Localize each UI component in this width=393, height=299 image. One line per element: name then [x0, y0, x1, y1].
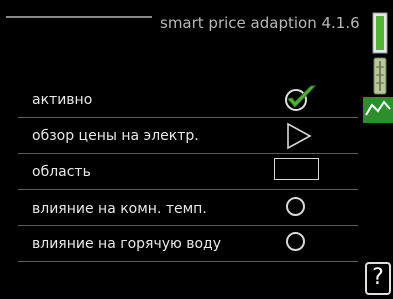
- title-underline: [6, 16, 152, 18]
- help-button[interactable]: ?: [365, 262, 391, 295]
- row-divider: [18, 153, 358, 154]
- room-temp-influence-radio[interactable]: [286, 197, 305, 216]
- price-graph-icon[interactable]: [363, 97, 393, 123]
- price-overview-arrow[interactable]: [286, 122, 312, 150]
- menu-item-active-label[interactable]: активно: [32, 92, 92, 108]
- row-divider: [18, 189, 358, 190]
- scrollbar-icon[interactable]: [372, 12, 388, 54]
- area-field[interactable]: [274, 158, 319, 180]
- active-checkbox[interactable]: [283, 83, 319, 113]
- row-divider: [18, 261, 358, 262]
- menu-item-room-temp-influence-label[interactable]: влияние на комн. темп.: [32, 201, 207, 217]
- menu-item-hot-water-influence-label[interactable]: влияние на горячую воду: [32, 236, 221, 252]
- row-divider: [18, 117, 358, 118]
- thermometer-icon[interactable]: [372, 57, 388, 95]
- row-divider: [18, 225, 358, 226]
- hot-water-influence-radio[interactable]: [286, 232, 305, 251]
- menu-item-price-overview-label[interactable]: обзор цены на электр.: [32, 128, 199, 144]
- arrow-right-icon: [287, 122, 312, 150]
- menu-item-area-label[interactable]: область: [32, 164, 91, 180]
- checkmark-icon: [285, 85, 317, 111]
- page-title: smart price adaption 4.1.6: [160, 14, 360, 32]
